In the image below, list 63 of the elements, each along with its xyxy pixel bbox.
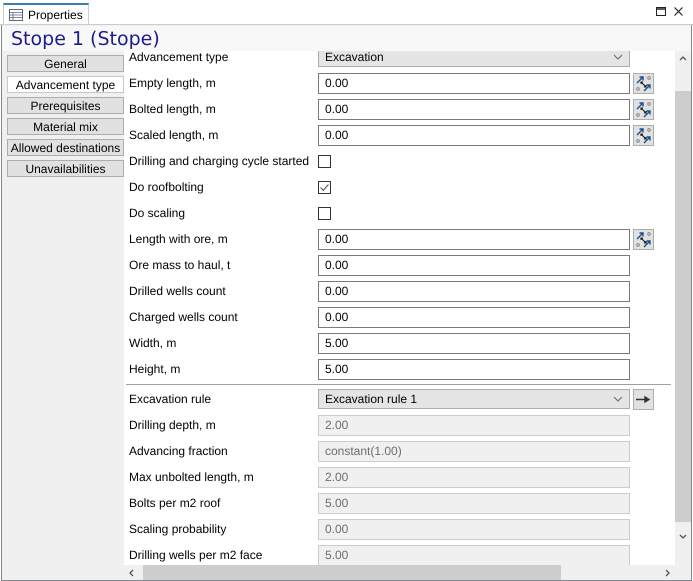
input-field: 5.00 bbox=[318, 544, 630, 565]
section-tab[interactable]: Material mix bbox=[7, 118, 124, 135]
field-label: Height, m bbox=[128, 362, 182, 376]
section-tab[interactable]: Prerequisites bbox=[7, 97, 124, 114]
field-label: Drilled wells count bbox=[128, 284, 227, 298]
field-label: Bolted length, m bbox=[128, 102, 217, 116]
input-field: 0.00 bbox=[318, 518, 630, 540]
checkbox[interactable] bbox=[318, 154, 331, 168]
checkbox[interactable] bbox=[318, 180, 331, 194]
field-label: Bolts per m2 roof bbox=[128, 496, 222, 510]
input-field[interactable]: 0.00 bbox=[318, 254, 630, 276]
field-label: Ore mass to haul, t bbox=[128, 258, 232, 272]
input-field: constant(1.00) bbox=[318, 440, 630, 462]
chevron-down-icon bbox=[613, 396, 623, 402]
field-label: Excavation rule bbox=[128, 392, 212, 406]
field-label: Drilling depth, m bbox=[128, 418, 217, 432]
object-title: Stope 1 (Stope) bbox=[2, 26, 691, 51]
maximize-icon[interactable] bbox=[656, 7, 666, 17]
expression-button[interactable] bbox=[633, 124, 654, 146]
field-label: Charged wells count bbox=[128, 310, 239, 324]
swap-arrows-icon bbox=[635, 230, 652, 248]
dropdown[interactable]: Excavation rule 1 bbox=[318, 389, 630, 409]
checkbox[interactable] bbox=[318, 206, 331, 220]
expression-button[interactable] bbox=[633, 228, 654, 250]
input-field[interactable]: 5.00 bbox=[318, 332, 630, 354]
swap-arrows-icon bbox=[635, 100, 652, 118]
field-label: Advancing fraction bbox=[128, 444, 229, 458]
field-label: Scaling probability bbox=[128, 522, 228, 536]
input-field: 5.00 bbox=[318, 492, 630, 514]
input-field[interactable]: 0.00 bbox=[318, 124, 630, 146]
field-label: Max unbolted length, m bbox=[128, 470, 255, 484]
field-label: Scaled length, m bbox=[128, 128, 220, 142]
input-field[interactable]: 0.00 bbox=[318, 72, 630, 94]
field-label: Empty length, m bbox=[128, 76, 217, 90]
input-field[interactable]: 0.00 bbox=[318, 98, 630, 120]
input-field[interactable]: 0.00 bbox=[318, 280, 630, 302]
input-field[interactable]: 0.00 bbox=[318, 306, 630, 328]
go-to-button[interactable] bbox=[633, 388, 654, 410]
swap-arrows-icon bbox=[635, 126, 652, 144]
field-label: Do scaling bbox=[128, 206, 186, 220]
close-icon[interactable] bbox=[674, 7, 683, 16]
arrow-right-icon bbox=[636, 396, 651, 402]
properties-tab[interactable]: Properties bbox=[3, 3, 89, 24]
input-field: 2.00 bbox=[318, 414, 630, 436]
section-tab[interactable]: Advancement type bbox=[7, 76, 124, 93]
input-field[interactable]: 5.00 bbox=[318, 358, 630, 380]
field-label: Length with ore, m bbox=[128, 232, 229, 246]
section-tab[interactable]: Allowed destinations bbox=[7, 139, 124, 156]
chevron-down-icon bbox=[613, 54, 623, 60]
section-tab[interactable]: Unavailabilities bbox=[7, 160, 124, 177]
dropdown[interactable]: Excavation bbox=[318, 51, 630, 67]
expression-button[interactable] bbox=[633, 72, 654, 94]
expression-button[interactable] bbox=[633, 98, 654, 120]
field-label: Width, m bbox=[128, 336, 178, 350]
field-label: Drilling and charging cycle started bbox=[128, 154, 310, 168]
swap-arrows-icon bbox=[635, 74, 652, 92]
field-label: Do roofbolting bbox=[128, 180, 205, 194]
table-icon bbox=[9, 8, 23, 20]
section-tab[interactable]: General bbox=[7, 55, 124, 72]
input-field: 2.00 bbox=[318, 466, 630, 488]
field-label: Drilling wells per m2 face bbox=[128, 548, 264, 562]
field-label: Advancement type bbox=[128, 51, 230, 64]
input-field[interactable]: 0.00 bbox=[318, 228, 630, 250]
